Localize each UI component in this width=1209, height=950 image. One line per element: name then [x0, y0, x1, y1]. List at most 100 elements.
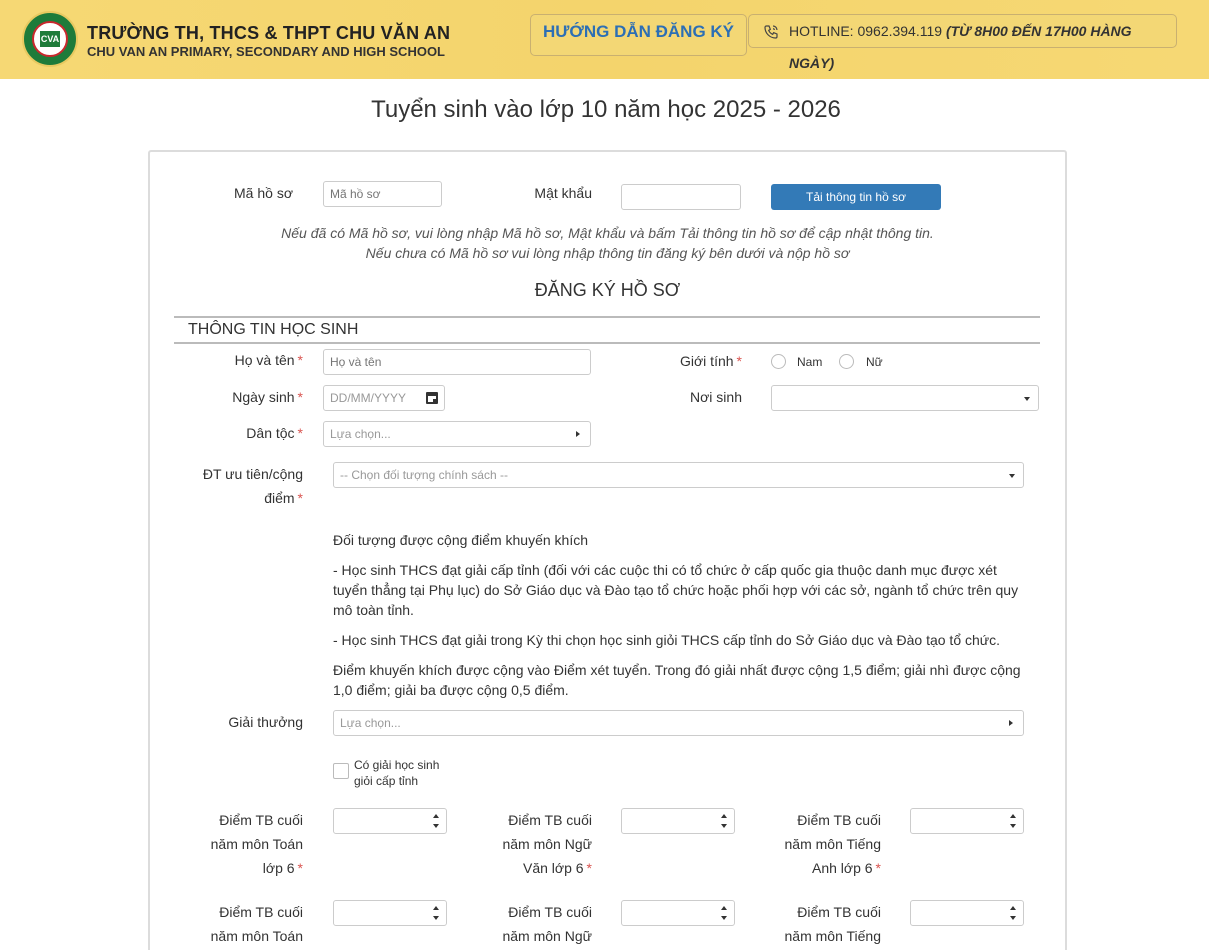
priority-label-line1: ĐT ưu tiên/cộng: [202, 466, 303, 482]
bonus-item-3: Điểm khuyến khích được cộng vào Điểm xét…: [333, 662, 1021, 698]
password-input[interactable]: [621, 184, 741, 210]
spinner-up-icon[interactable]: [433, 814, 439, 818]
award-label: Giải thưởng: [228, 714, 303, 730]
score-input-english-7[interactable]: [910, 900, 1024, 926]
spinner-down-icon[interactable]: [1010, 916, 1016, 920]
spinner-up-icon[interactable]: [1010, 814, 1016, 818]
profile-code-input[interactable]: [323, 181, 442, 207]
required-mark: *: [875, 860, 881, 876]
gender-label-text: Giới tính: [680, 353, 734, 369]
school-logo[interactable]: CVA: [22, 11, 78, 67]
calendar-icon[interactable]: [426, 392, 438, 404]
load-profile-button[interactable]: Tải thông tin hồ sơ: [771, 184, 941, 210]
priority-label-line2: điểm: [264, 490, 295, 506]
spinner-down-icon[interactable]: [721, 824, 727, 828]
fullname-label-text: Họ và tên: [234, 352, 295, 368]
score-label-line: năm môn Ngữ: [502, 836, 592, 852]
score-input-literature-7[interactable]: [621, 900, 735, 926]
spinner-up-icon[interactable]: [721, 906, 727, 910]
ethnicity-select[interactable]: Lựa chọn...: [323, 421, 591, 447]
logo-text: CVA: [40, 31, 60, 47]
score-label-literature-6: Điểm TB cuối năm môn Ngữ Văn lớp 6 *: [452, 808, 592, 880]
award-select[interactable]: Lựa chọn...: [333, 710, 1024, 736]
chevron-right-icon: [1009, 720, 1013, 726]
score-label-line: Văn lớp 6: [522, 860, 584, 876]
gender-label: Giới tính *: [640, 349, 742, 373]
register-title: ĐĂNG KÝ HỒ SƠ: [534, 280, 681, 300]
gender-radio-male[interactable]: [771, 354, 786, 369]
page-title: Tuyển sinh vào lớp 10 năm học 2025 - 202…: [371, 96, 841, 123]
score-label-line: Điểm TB cuối: [219, 812, 303, 828]
birthplace-select[interactable]: [771, 385, 1039, 411]
spinner-up-icon[interactable]: [1010, 906, 1016, 910]
password-label: Mật khẩu: [534, 185, 592, 201]
required-mark: *: [297, 860, 303, 876]
fullname-label: Họ và tên *: [190, 348, 303, 372]
lookup-note-2: Nếu chưa có Mã hồ sơ vui lòng nhập thông…: [365, 245, 850, 261]
lookup-note-1: Nếu đã có Mã hồ sơ, vui lòng nhập Mã hồ …: [281, 225, 934, 241]
score-input-math-7[interactable]: [333, 900, 447, 926]
score-label-math-6: Điểm TB cuối năm môn Toán lớp 6 *: [163, 808, 303, 880]
site-header: CVA TRƯỜNG TH, THCS & THPT CHU VĂN AN CH…: [0, 0, 1209, 79]
score-label-line: năm môn Ngữ: [502, 928, 592, 944]
spinner-down-icon[interactable]: [433, 916, 439, 920]
gender-radio-female[interactable]: [839, 354, 854, 369]
provincial-award-checkbox[interactable]: [333, 763, 349, 779]
required-mark: *: [736, 353, 742, 369]
chevron-right-icon: [576, 431, 580, 437]
spinner-up-icon[interactable]: [721, 814, 727, 818]
profile-code-label: Mã hồ sơ: [234, 185, 293, 201]
dob-label-text: Ngày sinh: [232, 389, 295, 405]
spinner-down-icon[interactable]: [433, 824, 439, 828]
hotline-number: HOTLINE: 0962.394.119: [789, 23, 943, 39]
bonus-title: Đối tượng được cộng điểm khuyến khích: [333, 532, 589, 548]
ethnicity-label-text: Dân tộc: [246, 425, 295, 441]
priority-select[interactable]: -- Chọn đối tượng chính sách --: [333, 462, 1024, 488]
spinner-up-icon[interactable]: [433, 906, 439, 910]
score-label-english-6: Điểm TB cuối năm môn Tiếng Anh lớp 6 *: [741, 808, 882, 880]
spinner-down-icon[interactable]: [721, 916, 727, 920]
school-name-english: CHU VAN AN PRIMARY, SECONDARY AND HIGH S…: [87, 44, 446, 59]
score-label-line: Điểm TB cuối: [797, 812, 881, 828]
bonus-item-1: - Học sinh THCS đạt giải cấp tỉnh (đối v…: [333, 562, 1019, 618]
required-mark: *: [586, 860, 592, 876]
score-input-literature-6[interactable]: [621, 808, 735, 834]
required-mark: *: [297, 352, 303, 368]
required-mark: *: [297, 389, 303, 405]
score-label-line: Điểm TB cuối: [508, 904, 592, 920]
score-label-line: năm môn Tiếng: [784, 836, 882, 852]
score-label-line-wrap: Văn lớp 6 *: [452, 856, 592, 880]
priority-label: ĐT ưu tiên/cộng điểm *: [160, 462, 303, 510]
score-label-literature-7: Điểm TB cuối năm môn Ngữ: [452, 900, 592, 948]
score-label-english-7: Điểm TB cuối năm môn Tiếng: [741, 900, 882, 948]
gender-female-label[interactable]: Nữ: [866, 355, 883, 370]
score-label-line: năm môn Tiếng: [784, 928, 882, 944]
score-label-line-wrap: lớp 6 *: [163, 856, 303, 880]
score-input-english-6[interactable]: [910, 808, 1024, 834]
score-label-line: lớp 6: [262, 860, 295, 876]
score-label-line-wrap: Anh lớp 6 *: [741, 856, 881, 880]
dob-input[interactable]: DD/MM/YYYY: [323, 385, 445, 411]
priority-label-line2-wrap: điểm *: [160, 486, 303, 510]
gender-male-label[interactable]: Nam: [797, 355, 822, 370]
ethnicity-label: Dân tộc *: [190, 421, 303, 445]
spinner-down-icon[interactable]: [1010, 824, 1016, 828]
provincial-award-label[interactable]: Có giải học sinh giỏi cấp tỉnh: [354, 757, 454, 789]
birthplace-label: Nơi sinh: [690, 389, 742, 405]
registration-guide-button[interactable]: HƯỚNG DẪN ĐĂNG KÝ: [530, 14, 747, 56]
ethnicity-placeholder: Lựa chọn...: [330, 427, 391, 441]
phone-icon: [764, 25, 778, 39]
score-label-line: năm môn Toán: [210, 836, 303, 852]
logo-emblem: CVA: [32, 21, 68, 57]
score-input-math-6[interactable]: [333, 808, 447, 834]
priority-placeholder: -- Chọn đối tượng chính sách --: [340, 468, 508, 482]
chevron-down-icon: [1009, 474, 1015, 478]
score-label-line: Anh lớp 6: [811, 860, 873, 876]
fullname-input[interactable]: [323, 349, 591, 375]
score-label-line: năm môn Toán: [210, 928, 303, 944]
bonus-item-2: - Học sinh THCS đạt giải trong Kỳ thi ch…: [333, 632, 1001, 648]
award-placeholder: Lựa chọn...: [340, 716, 401, 730]
score-label-line: Điểm TB cuối: [797, 904, 881, 920]
student-info-heading: THÔNG TIN HỌC SINH: [174, 316, 1040, 344]
hotline-box[interactable]: HOTLINE: 0962.394.119 (TỪ 8H00 ĐẾN 17H00…: [748, 14, 1177, 71]
